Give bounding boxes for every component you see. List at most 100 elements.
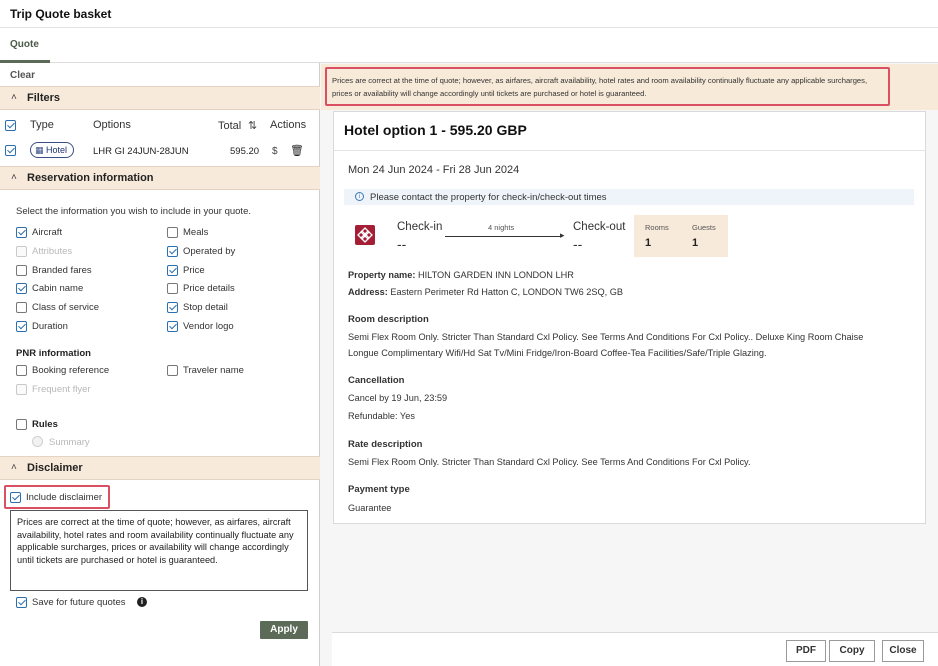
guests-label: Guests — [692, 223, 716, 232]
tab-quote-label: Quote — [10, 39, 39, 50]
duration-checkbox[interactable] — [16, 321, 27, 332]
info-note: i Please contact the property for check-… — [344, 189, 914, 205]
apply-button[interactable]: Apply — [260, 621, 308, 639]
sort-icon[interactable]: ⇅ — [248, 119, 257, 132]
tab-quote[interactable]: Quote — [0, 28, 50, 63]
rate-desc-title: Rate description — [348, 439, 423, 450]
checkout-label: Check-out — [573, 221, 626, 233]
summary-radio — [32, 436, 43, 447]
info-note-text: Please contact the property for check-in… — [370, 192, 607, 203]
filters-title: Filters — [27, 92, 61, 104]
banner-highlight — [325, 67, 890, 106]
disclaimer-textarea[interactable]: Prices are correct at the time of quote;… — [10, 510, 308, 591]
branded-fares-label: Branded fares — [32, 265, 92, 276]
footer-bar: PDF Copy Close — [332, 632, 938, 666]
cancellation-title: Cancellation — [348, 375, 405, 386]
traveler-name-checkbox[interactable] — [167, 365, 178, 376]
room-desc-title: Room description — [348, 314, 429, 325]
trash-icon[interactable]: 🗑︎ — [290, 144, 304, 157]
hotel-icon: ▦ — [35, 145, 44, 155]
nights-label: 4 nights — [488, 223, 515, 232]
filters-section-header[interactable]: ˄ Filters — [0, 86, 320, 110]
col-options: Options — [93, 119, 131, 131]
hilton-logo-icon — [355, 225, 375, 245]
pdf-button[interactable]: PDF — [786, 640, 826, 662]
tab-bar: Quote — [0, 28, 938, 63]
duration-label: Duration — [32, 321, 68, 332]
window-title: Trip Quote basket — [10, 7, 112, 21]
address-value: Eastern Perimeter Rd Hatton C, LONDON TW… — [390, 287, 624, 297]
price-label: Price — [183, 265, 205, 276]
price-checkbox[interactable] — [167, 265, 178, 276]
select-all-checkbox[interactable] — [5, 120, 16, 131]
rooms-guests-box: Rooms 1 Guests 1 — [634, 215, 728, 257]
disclaimer-section-header[interactable]: ˄ Disclaimer — [0, 456, 320, 480]
clear-link[interactable]: Clear — [10, 70, 35, 81]
info-circle-icon: i — [355, 192, 364, 201]
row-options: LHR GI 24JUN-28JUN — [93, 146, 189, 157]
reservation-intro: Select the information you wish to inclu… — [16, 206, 251, 217]
card-title: Hotel option 1 - 595.20 GBP — [344, 122, 527, 138]
save-future-checkbox[interactable] — [16, 597, 27, 608]
cancel-by: Cancel by 19 Jun, 23:59 — [348, 393, 448, 403]
room-desc-line2: Longue Complimentary Wifi/Hd Sat Tv/Mini… — [348, 348, 767, 358]
row-total: 595.20 — [230, 146, 260, 157]
property-label: Property name: — [348, 270, 416, 280]
col-total[interactable]: Total — [218, 120, 241, 132]
price-details-checkbox[interactable] — [167, 283, 178, 294]
checkout-time: -- — [573, 236, 583, 252]
address-label: Address: — [348, 287, 388, 297]
hotel-badge: ▦ Hotel — [30, 142, 74, 158]
stop-detail-checkbox[interactable] — [167, 302, 178, 313]
payment-type-value: Guarantee — [348, 503, 392, 513]
row-checkbox[interactable] — [5, 145, 16, 156]
info-icon[interactable]: i — [137, 597, 147, 607]
class-of-service-checkbox[interactable] — [16, 302, 27, 313]
col-actions: Actions — [270, 119, 307, 131]
booking-reference-checkbox[interactable] — [16, 365, 27, 376]
currency-icon[interactable]: $ — [272, 146, 278, 157]
property-line: Property name: HILTON GARDEN INN LONDON … — [348, 270, 574, 280]
pnr-title: PNR information — [16, 348, 91, 359]
meals-checkbox[interactable] — [167, 227, 178, 238]
cabin-name-checkbox[interactable] — [16, 283, 27, 294]
property-value: HILTON GARDEN INN LONDON LHR — [417, 270, 574, 280]
guests-value: 1 — [692, 237, 699, 249]
summary-label: Summary — [49, 437, 90, 448]
price-details-label: Price details — [183, 283, 235, 294]
branded-fares-checkbox[interactable] — [16, 265, 27, 276]
hotel-badge-label: Hotel — [46, 145, 68, 155]
chevron-up-icon: ˄ — [11, 172, 17, 183]
booking-reference-label: Booking reference — [32, 365, 110, 376]
copy-button[interactable]: Copy — [829, 640, 875, 662]
close-button[interactable]: Close — [882, 640, 924, 662]
rooms-value: 1 — [645, 237, 652, 249]
chevron-up-icon: ˄ — [11, 92, 17, 103]
disclaimer-title: Disclaimer — [27, 462, 83, 474]
col-type: Type — [30, 119, 54, 131]
rooms-label: Rooms — [645, 223, 669, 232]
aircraft-label: Aircraft — [32, 227, 63, 238]
vendor-logo-label: Vendor logo — [183, 321, 234, 332]
aircraft-checkbox[interactable] — [16, 227, 27, 238]
stay-arrow — [445, 236, 562, 237]
rules-checkbox[interactable] — [16, 419, 27, 430]
rate-desc-text: Semi Flex Room Only. Stricter Than Stand… — [348, 457, 751, 467]
operated-by-checkbox[interactable] — [167, 246, 178, 257]
class-of-service-label: Class of service — [32, 302, 100, 313]
frequent-flyer-checkbox — [16, 384, 27, 395]
reservation-section-header[interactable]: ˄ Reservation information — [0, 166, 320, 190]
stay-dates: Mon 24 Jun 2024 - Fri 28 Jun 2024 — [348, 164, 520, 176]
divider — [334, 150, 925, 151]
save-future-label: Save for future quotes — [32, 597, 126, 608]
frequent-flyer-label: Frequent flyer — [32, 384, 91, 395]
meals-label: Meals — [183, 227, 209, 238]
include-disclaimer-checkbox[interactable] — [10, 492, 21, 503]
reservation-title: Reservation information — [27, 172, 154, 184]
checkin-time: -- — [397, 236, 407, 252]
vendor-logo-checkbox[interactable] — [167, 321, 178, 332]
operated-by-label: Operated by — [183, 246, 236, 257]
address-line: Address: Eastern Perimeter Rd Hatton C, … — [348, 287, 623, 297]
attributes-checkbox — [16, 246, 27, 257]
cabin-name-label: Cabin name — [32, 283, 84, 294]
